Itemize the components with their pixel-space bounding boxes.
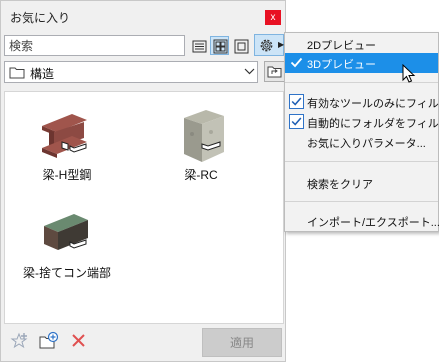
folder-icon [9,67,25,79]
search-input[interactable] [4,35,185,56]
favorite-item[interactable]: 梁-RC [151,104,251,183]
folder-up-button[interactable] [264,61,285,82]
large-preview-icon [234,39,249,54]
menu-item-2d-preview[interactable]: 2Dプレビュー [285,34,438,54]
title-bar: お気に入り x [1,1,285,31]
panel-title: お気に入り [10,11,71,25]
menu-item-label: 2Dプレビュー [307,40,377,52]
menu-item-favorite-parameters[interactable]: お気に入りパラメータ... [285,132,438,152]
close-button[interactable]: x [265,10,281,25]
menu-item-label: インポート/エクスポート... [307,217,439,229]
checkmark-icon [290,57,303,68]
menu-item-label: 検索をクリア [307,179,373,191]
mouse-cursor-icon [402,64,416,83]
grid-view-icon [213,39,228,54]
apply-button[interactable]: 適用 [202,328,282,357]
menu-item-clear-search[interactable]: 検索をクリア [285,173,438,193]
menu-item-label: 自動的にフォルダをフィルタ [307,118,439,130]
menu-separator [285,161,438,162]
favorites-list: 梁-H型鋼 梁-RC 梁-捨てコン端部 [4,91,284,324]
preview-view-button[interactable] [231,36,250,55]
menu-item-auto-filter-folders[interactable]: 自動的にフォルダをフィルタ [285,112,439,132]
menu-item-label: お気に入りパラメータ... [307,138,426,150]
favorite-item-label: 梁-捨てコン端部 [23,266,111,280]
favorite-item[interactable]: 梁-H型鋼 [17,106,117,183]
menu-item-import-export[interactable]: インポート/エクスポート... [285,211,439,231]
rc-beam-icon [184,110,224,162]
settings-menu-button[interactable]: ▶ [254,34,284,56]
bottom-toolbar: 適用 [1,325,285,361]
favorite-item[interactable]: 梁-捨てコン端部 [17,204,117,281]
folder-select-value: 構造 [30,67,55,81]
list-view-icon [192,40,207,53]
menu-item-filter-active-tools[interactable]: 有効なツールのみにフィルタ [285,92,439,112]
menu-item-label: 3Dプレビュー [307,59,377,71]
favorites-panel: お気に入り x ▶ [0,0,286,362]
list-view-button[interactable] [189,36,208,55]
delete-icon[interactable] [69,331,89,351]
new-folder-icon[interactable] [39,331,59,351]
gear-icon [260,39,273,52]
checkbox-checked-icon [289,94,304,109]
menu-separator [285,201,438,202]
chevron-down-icon [244,68,255,75]
menu-item-label: 有効なツールのみにフィルタ [307,98,439,110]
folder-select[interactable]: 構造 [4,61,258,83]
add-favorite-star-icon[interactable] [10,331,30,351]
concrete-beam-end-icon [44,214,88,250]
favorite-item-label: 梁-H型鋼 [42,168,92,182]
favorite-item-label: 梁-RC [184,168,218,182]
grid-view-button[interactable] [210,36,229,55]
checkbox-checked-icon [289,114,304,129]
h-beam-icon [42,114,87,158]
folder-up-icon [267,66,282,78]
settings-dropdown-menu: 2Dプレビュー 3Dプレビュー 有効なツールのみにフィルタ 自動的にフォルダをフ… [284,32,439,232]
